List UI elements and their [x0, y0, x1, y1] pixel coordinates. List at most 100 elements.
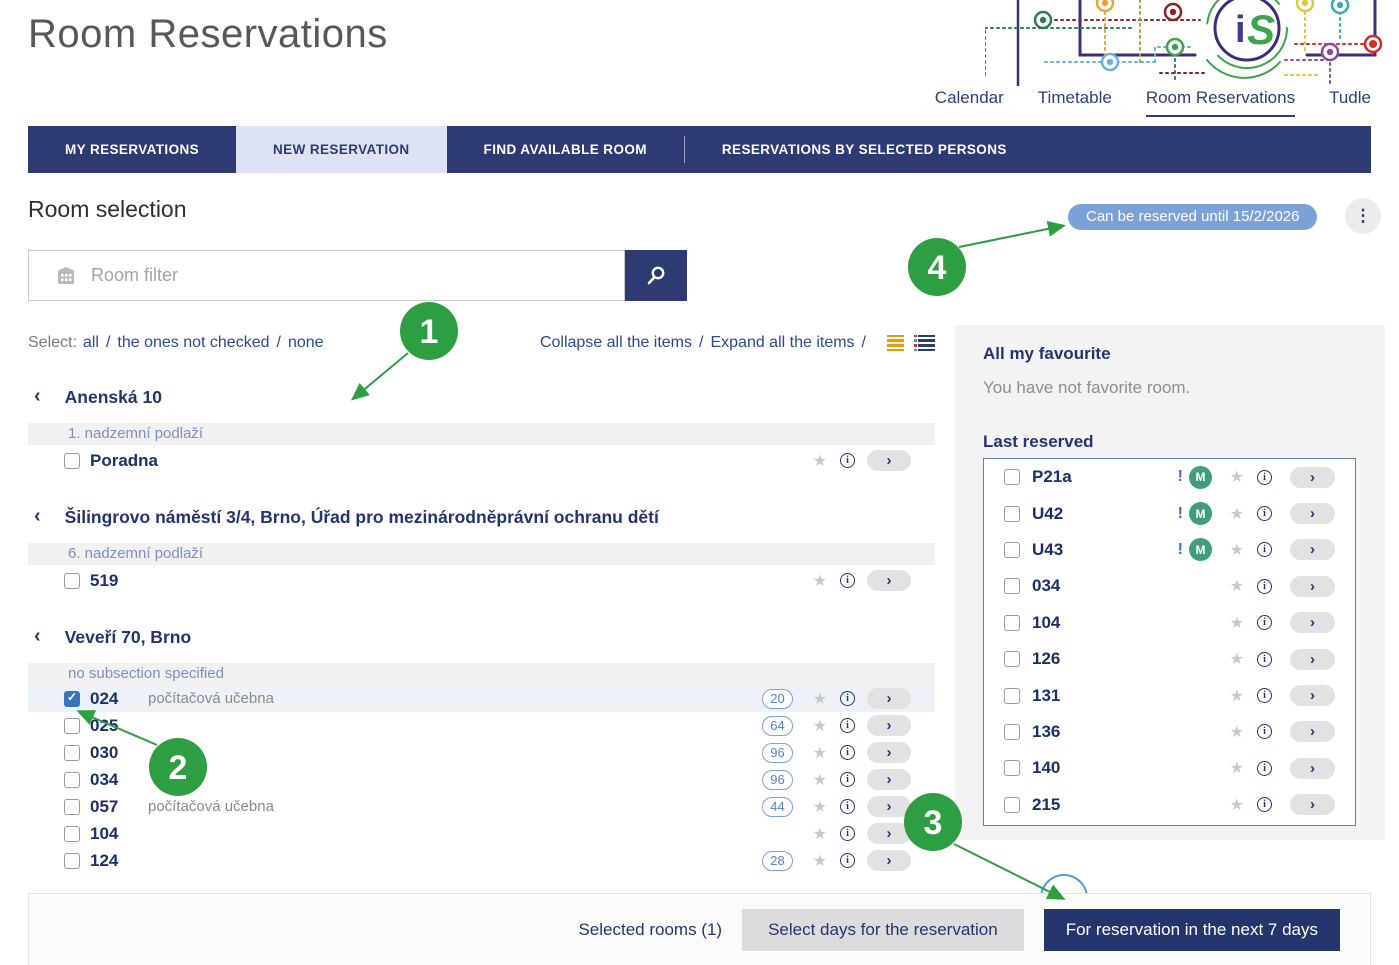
select-unchecked-link[interactable]: the ones not checked [117, 334, 269, 352]
info-icon[interactable]: i [840, 745, 855, 760]
room-checkbox[interactable] [1004, 469, 1020, 485]
open-room-button[interactable]: › [867, 715, 911, 736]
info-icon[interactable]: i [840, 772, 855, 787]
info-icon[interactable]: i [1257, 506, 1272, 521]
info-icon[interactable]: i [840, 691, 855, 706]
nav-link-timetable[interactable]: Timetable [1038, 88, 1112, 117]
info-icon[interactable]: i [1257, 688, 1272, 703]
favourite-star-icon[interactable]: ★ [1230, 795, 1244, 815]
room-checkbox[interactable] [64, 772, 80, 788]
building-header[interactable]: ‹Veveří 70, Brno [28, 623, 935, 651]
open-room-button[interactable]: › [867, 450, 911, 471]
favourite-star-icon[interactable]: ★ [813, 451, 827, 471]
info-icon[interactable]: i [840, 826, 855, 841]
favourite-star-icon[interactable]: ★ [1230, 504, 1244, 524]
favourite-star-icon[interactable]: ★ [813, 571, 827, 591]
open-room-button[interactable]: › [1290, 685, 1335, 706]
open-room-button[interactable]: › [867, 850, 911, 871]
room-checkbox[interactable] [1004, 797, 1020, 813]
nav-link-room-reservations[interactable]: Room Reservations [1146, 88, 1295, 117]
info-icon[interactable]: i [1257, 470, 1272, 485]
room-filter-input[interactable] [91, 265, 624, 286]
favourite-star-icon[interactable]: ★ [1230, 613, 1244, 633]
kebab-menu-button[interactable]: ⋮ [1345, 198, 1381, 234]
room-checkbox[interactable] [64, 853, 80, 869]
search-button[interactable] [625, 250, 687, 301]
open-room-button[interactable]: › [1290, 539, 1335, 560]
favourite-star-icon[interactable]: ★ [1230, 540, 1244, 560]
open-room-button[interactable]: › [1290, 721, 1335, 742]
info-icon[interactable]: i [840, 853, 855, 868]
select-none-link[interactable]: none [288, 334, 324, 352]
favourite-star-icon[interactable]: ★ [1230, 576, 1244, 596]
info-icon[interactable]: i [1257, 542, 1272, 557]
favourite-star-icon[interactable]: ★ [1230, 467, 1244, 487]
open-room-button[interactable]: › [867, 823, 911, 844]
favourite-star-icon[interactable]: ★ [813, 716, 827, 736]
room-checkbox-checked[interactable] [64, 691, 80, 707]
info-icon[interactable]: i [1257, 615, 1272, 630]
info-icon[interactable]: i [840, 799, 855, 814]
open-room-button[interactable]: › [867, 742, 911, 763]
room-checkbox[interactable] [1004, 615, 1020, 631]
favourite-star-icon[interactable]: ★ [1230, 722, 1244, 742]
info-icon[interactable]: i [840, 573, 855, 588]
tab-reservations-by-selected-persons[interactable]: RESERVATIONS BY SELECTED PERSONS [685, 126, 1044, 173]
nav-link-tudle[interactable]: Tudle [1329, 88, 1371, 117]
favourite-star-icon[interactable]: ★ [813, 797, 827, 817]
room-checkbox[interactable] [1004, 724, 1020, 740]
room-checkbox[interactable] [64, 799, 80, 815]
open-room-button[interactable]: › [867, 688, 911, 709]
info-icon[interactable]: i [1257, 724, 1272, 739]
info-icon[interactable]: i [1257, 761, 1272, 776]
info-icon[interactable]: i [1257, 652, 1272, 667]
open-room-button[interactable]: › [867, 769, 911, 790]
open-room-button[interactable]: › [1290, 576, 1335, 597]
room-checkbox[interactable] [1004, 578, 1020, 594]
expand-all-link[interactable]: Expand all the items [710, 334, 854, 352]
collapse-all-link[interactable]: Collapse all the items [540, 334, 692, 352]
tab-my-reservations[interactable]: MY RESERVATIONS [28, 126, 236, 173]
select-days-button[interactable]: Select days for the reservation [742, 909, 1024, 951]
room-checkbox[interactable] [1004, 506, 1020, 522]
room-checkbox[interactable] [64, 453, 80, 469]
favourite-star-icon[interactable]: ★ [813, 743, 827, 763]
favourite-star-icon[interactable]: ★ [1230, 758, 1244, 778]
select-all-link[interactable]: all [83, 334, 99, 352]
open-room-button[interactable]: › [1290, 794, 1335, 815]
favourite-star-icon[interactable]: ★ [1230, 686, 1244, 706]
next-7-days-button[interactable]: For reservation in the next 7 days [1044, 909, 1340, 951]
room-checkbox[interactable] [1004, 688, 1020, 704]
room-checkbox[interactable] [64, 573, 80, 589]
room-checkbox[interactable] [1004, 542, 1020, 558]
open-room-button[interactable]: › [1290, 758, 1335, 779]
favourite-star-icon[interactable]: ★ [813, 689, 827, 709]
room-checkbox[interactable] [64, 745, 80, 761]
info-icon[interactable]: i [1257, 797, 1272, 812]
info-icon[interactable]: i [1257, 579, 1272, 594]
info-icon[interactable]: i [840, 718, 855, 733]
room-checkbox[interactable] [1004, 651, 1020, 667]
room-label: 104 [1032, 613, 1060, 633]
building-header[interactable]: ‹Šilingrovo náměstí 3/4, Brno, Úřad pro … [28, 503, 935, 531]
tab-new-reservation[interactable]: NEW RESERVATION [236, 126, 447, 173]
nav-link-calendar[interactable]: Calendar [935, 88, 1004, 117]
open-room-button[interactable]: › [1290, 612, 1335, 633]
building-header[interactable]: ‹Anenská 10 [28, 383, 935, 411]
expand-list-icon[interactable] [918, 335, 935, 351]
favourite-star-icon[interactable]: ★ [1230, 649, 1244, 669]
open-room-button[interactable]: › [1290, 649, 1335, 670]
favourite-star-icon[interactable]: ★ [813, 770, 827, 790]
info-icon[interactable]: i [840, 453, 855, 468]
room-checkbox[interactable] [64, 718, 80, 734]
favourite-star-icon[interactable]: ★ [813, 851, 827, 871]
open-room-button[interactable]: › [1290, 503, 1335, 524]
tab-find-available-room[interactable]: FIND AVAILABLE ROOM [447, 126, 684, 173]
open-room-button[interactable]: › [1290, 467, 1335, 488]
favourite-star-icon[interactable]: ★ [813, 824, 827, 844]
open-room-button[interactable]: › [867, 570, 911, 591]
collapse-list-icon[interactable] [887, 335, 904, 351]
open-room-button[interactable]: › [867, 796, 911, 817]
room-checkbox[interactable] [64, 826, 80, 842]
room-checkbox[interactable] [1004, 760, 1020, 776]
